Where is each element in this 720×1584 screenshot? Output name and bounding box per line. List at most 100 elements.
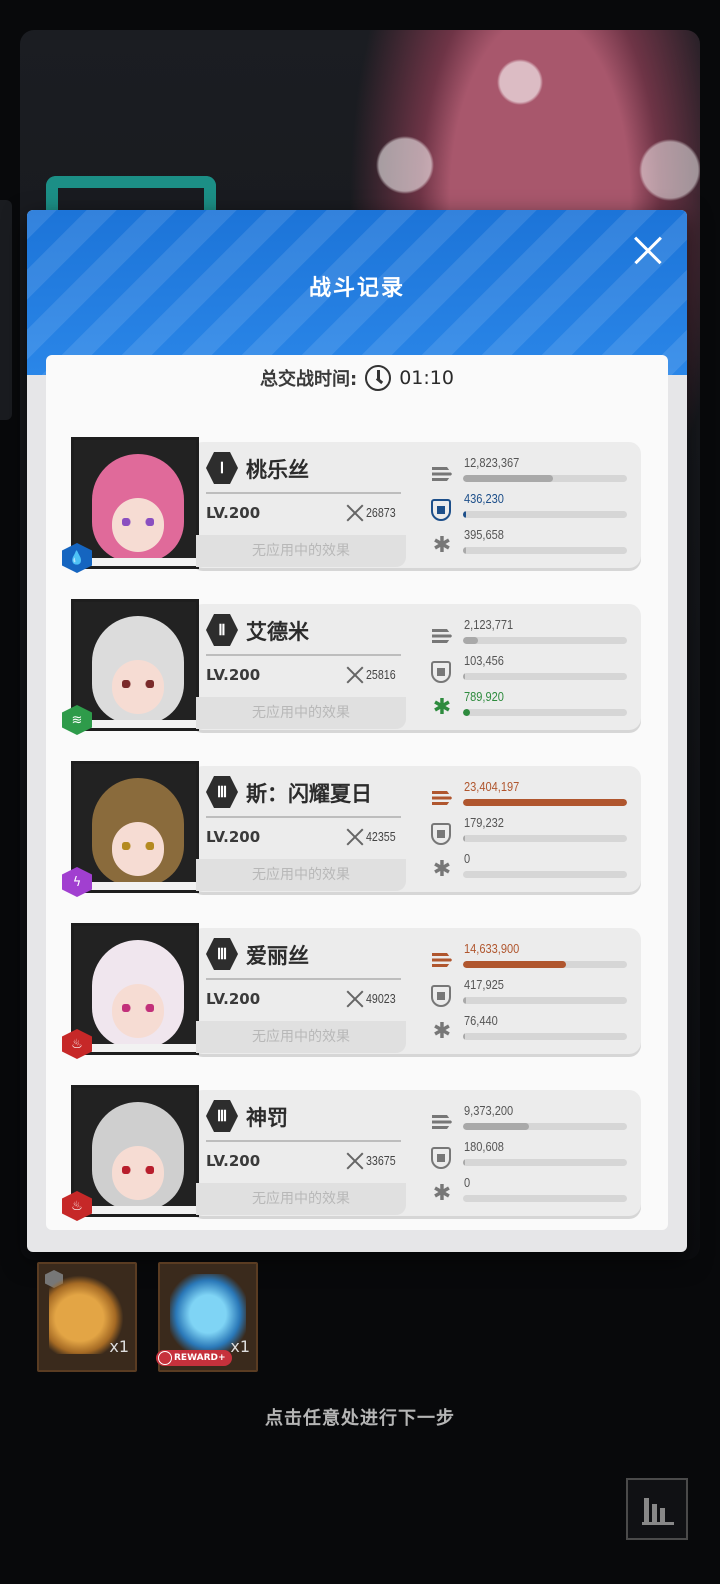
active-effects-tab[interactable]: 无应用中的效果 xyxy=(196,697,406,729)
character-portrait[interactable] xyxy=(71,923,199,1055)
character-name: 斯：闪耀夏日 xyxy=(246,782,372,806)
damage-taken-bar xyxy=(463,997,627,1004)
statistics-button[interactable] xyxy=(626,1478,688,1540)
active-effects-tab[interactable]: 无应用中的效果 xyxy=(196,535,406,567)
divider xyxy=(206,492,401,494)
heal-asterisk-icon: ✱ xyxy=(432,695,452,720)
damage-bar xyxy=(463,637,627,644)
damage-taken-stat: 103,456 xyxy=(431,653,631,685)
bar-chart-icon xyxy=(642,1494,674,1526)
damage-taken-bar xyxy=(463,673,627,680)
reward-item-boots[interactable]: x1 xyxy=(37,1262,137,1372)
battle-record-modal: 战斗记录 总交战时间: 01:10 💧 Ⅰ 桃乐丝 LV.200 26873 无… xyxy=(27,210,687,1252)
damage-taken-value: 180,608 xyxy=(464,1139,504,1154)
crossed-swords-icon xyxy=(344,503,364,523)
damage-dealt-value: 12,823,367 xyxy=(464,455,520,470)
shield-icon xyxy=(431,823,451,845)
battle-time-label: 总交战时间: xyxy=(260,369,358,390)
damage-dealt-stat: 9,373,200 xyxy=(431,1103,631,1135)
healing-stat: ✱ 0 xyxy=(431,851,631,883)
damage-taken-value: 103,456 xyxy=(464,653,504,668)
damage-bar xyxy=(463,1123,627,1130)
character-portrait[interactable] xyxy=(71,1085,199,1217)
character-name: 神罚 xyxy=(246,1106,288,1130)
healing-value: 395,658 xyxy=(464,527,504,542)
battle-time-value: 01:10 xyxy=(399,367,454,389)
damage-taken-value: 436,230 xyxy=(464,491,504,506)
damage-taken-value: 417,925 xyxy=(464,977,504,992)
heal-asterisk-icon: ✱ xyxy=(432,1181,452,1206)
damage-taken-stat: 436,230 xyxy=(431,491,631,523)
healing-bar xyxy=(463,709,627,716)
crossed-swords-icon xyxy=(344,665,364,685)
healing-value: 0 xyxy=(464,851,471,866)
damage-icon xyxy=(431,1111,453,1133)
reward-quantity: x1 xyxy=(230,1337,250,1356)
character-portrait-image xyxy=(92,454,184,562)
damage-bar xyxy=(463,961,627,968)
damage-icon xyxy=(431,625,453,647)
shield-icon xyxy=(431,985,451,1007)
healing-bar xyxy=(463,871,627,878)
character-name: 桃乐丝 xyxy=(246,458,309,482)
character-portrait[interactable] xyxy=(71,761,199,893)
character-level: LV.200 xyxy=(206,666,261,684)
damage-dealt-stat: 14,633,900 xyxy=(431,941,631,973)
damage-taken-stat: 180,608 xyxy=(431,1139,631,1171)
damage-taken-bar xyxy=(463,511,627,518)
character-name: 爱丽丝 xyxy=(246,944,309,968)
character-portrait-image xyxy=(92,616,184,724)
damage-icon xyxy=(431,949,453,971)
active-effects-tab[interactable]: 无应用中的效果 xyxy=(196,859,406,891)
reward-item-crystal[interactable]: x1 REWARD+ xyxy=(156,1262,258,1372)
character-row: ♨ Ⅲ 神罚 LV.200 33675 无应用中的效果 9,373,200 18… xyxy=(46,1055,668,1221)
damage-dealt-value: 9,373,200 xyxy=(464,1103,514,1118)
healing-value: 76,440 xyxy=(464,1013,498,1028)
damage-dealt-stat: 12,823,367 xyxy=(431,455,631,487)
active-effects-tab[interactable]: 无应用中的效果 xyxy=(196,1183,406,1215)
character-portrait-image xyxy=(92,940,184,1048)
damage-dealt-value: 14,633,900 xyxy=(464,941,520,956)
character-row: ♨ Ⅲ 爱丽丝 LV.200 49023 无应用中的效果 14,633,900 … xyxy=(46,893,668,1059)
battle-time: 总交战时间: 01:10 xyxy=(46,365,668,391)
healing-stat: ✱ 0 xyxy=(431,1175,631,1207)
heal-asterisk-icon: ✱ xyxy=(432,533,452,558)
character-name: 艾德米 xyxy=(246,620,309,644)
divider xyxy=(206,978,401,980)
damage-taken-value: 179,232 xyxy=(464,815,504,830)
character-row: ϟ Ⅲ 斯：闪耀夏日 LV.200 42355 无应用中的效果 23,404,1… xyxy=(46,731,668,897)
character-level: LV.200 xyxy=(206,828,261,846)
shield-icon xyxy=(431,661,451,683)
healing-stat: ✱ 76,440 xyxy=(431,1013,631,1045)
combat-power: 26873 xyxy=(366,505,396,520)
modal-title: 战斗记录 xyxy=(308,276,405,301)
crossed-swords-icon xyxy=(344,827,364,847)
healing-bar xyxy=(463,547,627,554)
combat-power: 33675 xyxy=(366,1153,396,1168)
damage-taken-stat: 417,925 xyxy=(431,977,631,1009)
damage-taken-bar xyxy=(463,1159,627,1166)
reward-quantity: x1 xyxy=(109,1337,129,1356)
divider xyxy=(206,654,401,656)
combat-power: 49023 xyxy=(366,991,396,1006)
combat-power: 42355 xyxy=(366,829,396,844)
active-effects-tab[interactable]: 无应用中的效果 xyxy=(196,1021,406,1053)
character-portrait[interactable] xyxy=(71,599,199,731)
damage-bar xyxy=(463,799,627,806)
character-row: 💧 Ⅰ 桃乐丝 LV.200 26873 无应用中的效果 12,823,367 … xyxy=(46,407,668,573)
character-portrait[interactable] xyxy=(71,437,199,569)
character-level: LV.200 xyxy=(206,990,261,1008)
damage-taken-bar xyxy=(463,835,627,842)
damage-bar xyxy=(463,475,627,482)
heal-asterisk-icon: ✱ xyxy=(432,857,452,882)
close-icon[interactable] xyxy=(627,230,667,270)
shield-icon xyxy=(431,499,451,521)
reward-plus-tag: REWARD+ xyxy=(156,1350,232,1366)
tap-to-continue-hint[interactable]: 点击任意处进行下一步 xyxy=(0,1404,720,1430)
damage-dealt-stat: 2,123,771 xyxy=(431,617,631,649)
clock-icon xyxy=(365,365,392,391)
healing-value: 0 xyxy=(464,1175,471,1190)
combat-power: 25816 xyxy=(366,667,396,682)
healing-stat: ✱ 789,920 xyxy=(431,689,631,721)
modal-header: 战斗记录 xyxy=(27,210,687,375)
